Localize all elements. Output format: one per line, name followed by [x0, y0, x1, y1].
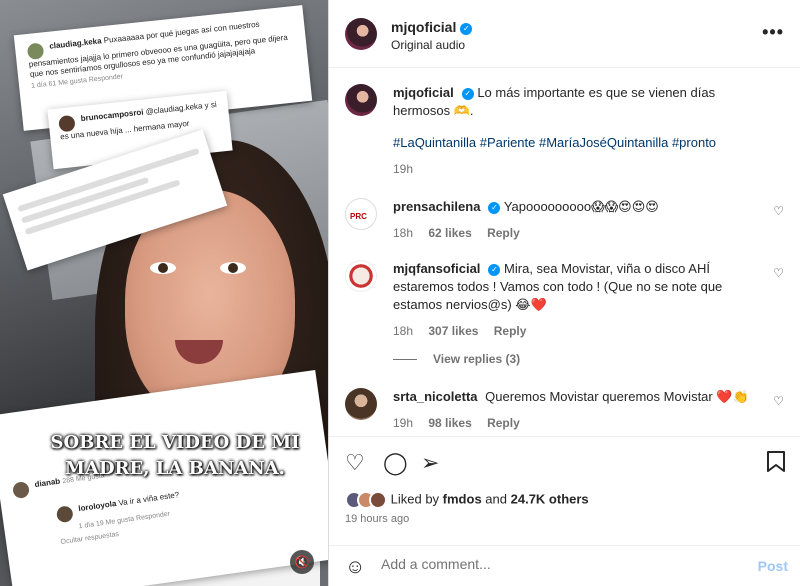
comment-item: srta_nicoletta Queremos Movistar queremo… — [345, 388, 784, 432]
comment-username[interactable]: mjqfansoficial — [393, 261, 480, 276]
comment-username[interactable]: prensachilena — [393, 199, 480, 214]
liked-by-user[interactable]: fmdos — [443, 491, 482, 506]
like-comment-heart-icon[interactable]: ♡ — [773, 202, 784, 220]
comment-time: 19h — [393, 416, 414, 430]
comment-likes[interactable]: 307 likes — [428, 324, 478, 338]
verified-badge-icon: ✓ — [460, 23, 473, 35]
bookmark-svg — [767, 451, 785, 472]
post-time: 19 hours ago — [345, 513, 410, 525]
caption-username[interactable]: mjqoficial — [393, 85, 454, 100]
view-replies-label[interactable]: View replies (3) — [433, 352, 520, 366]
liker-avatar — [369, 491, 387, 509]
comments-list: mjqoficial ✓ Lo más importante es que se … — [329, 68, 800, 436]
emoji-smiley-icon[interactable]: ☺ — [345, 556, 365, 579]
video-overlay-title: SOBRE EL VIDEO DE MI MADRE, LA BANANA. — [50, 432, 300, 480]
replies-divider-line — [393, 359, 417, 361]
card-reply-user: brunocamposroi — [80, 107, 144, 124]
comment-likes[interactable]: 98 likes — [428, 416, 471, 430]
liked-by-prefix: Liked by — [390, 491, 440, 507]
video-player[interactable]: claudiag.keka Puxaaaaaa por qué juegas a… — [0, 0, 328, 586]
add-comment-row: ☺ Post — [329, 545, 800, 586]
liked-by-and: and — [485, 491, 507, 507]
card-bottom-text2: Va ir a viña este? — [117, 490, 180, 508]
like-comment-heart-icon[interactable]: ♡ — [773, 264, 784, 282]
reply-button[interactable]: Reply — [487, 416, 520, 430]
left-eye — [150, 262, 176, 274]
comment-time: 18h — [393, 324, 414, 338]
verified-badge-icon: ✓ — [488, 264, 501, 276]
verified-badge-icon: ✓ — [488, 202, 501, 214]
author-avatar[interactable] — [345, 84, 377, 116]
caption-hashtags[interactable]: #LaQuintanilla #Pariente #MaríaJoséQuint… — [393, 134, 762, 152]
comment-likes[interactable]: 62 likes — [428, 226, 471, 240]
speaker-muted-icon[interactable]: 🔇 — [290, 550, 314, 574]
reply-button[interactable]: Reply — [487, 226, 520, 240]
liked-by-row[interactable]: Liked by fmdos and 24.7K others — [345, 491, 589, 509]
blurred-line — [24, 179, 181, 236]
like-heart-icon[interactable]: ♡ — [345, 451, 365, 475]
verified-badge-icon: ✓ — [461, 88, 474, 100]
author-avatar[interactable] — [345, 18, 377, 50]
post-comment-button[interactable]: Post — [758, 558, 788, 574]
view-replies-button[interactable]: View replies (3) — [393, 352, 520, 366]
caption: mjqoficial ✓ Lo más importante es que se … — [345, 84, 784, 178]
author-username-row[interactable]: mjqoficial ✓ — [391, 19, 473, 35]
post-detail-panel: mjqoficial ✓ Original audio ••• mjqoficia… — [328, 0, 800, 586]
commenter-avatar — [11, 481, 31, 500]
comment-bubble-icon[interactable]: ◯ — [383, 451, 408, 475]
more-horizontal-icon[interactable]: ••• — [762, 22, 784, 43]
card-bottom-user2: loroloyola — [77, 498, 117, 514]
comment-time: 18h — [393, 226, 414, 240]
liked-by-others[interactable]: 24.7K others — [511, 491, 589, 506]
right-eye — [220, 262, 246, 274]
post-actions: ♡ ◯ ➢ Liked by fmdos and 24.7K others 19… — [329, 436, 800, 586]
comment-text: Yapooooooooo😱😱😍😍😍 — [503, 199, 659, 214]
reply-button[interactable]: Reply — [494, 324, 527, 338]
reply-avatar — [58, 114, 76, 133]
save-bookmark-icon[interactable] — [766, 451, 786, 478]
share-paper-plane-icon[interactable]: ➢ — [421, 451, 439, 475]
like-comment-heart-icon[interactable]: ♡ — [773, 392, 784, 410]
comment-username[interactable]: srta_nicoletta — [393, 389, 478, 404]
card-top-user: claudiag.keka — [48, 36, 103, 51]
commenter-avatar — [26, 42, 45, 61]
add-comment-input[interactable] — [381, 556, 711, 572]
comment-item: prensachilena ✓ Yapooooooooo😱😱😍😍😍 18h 62 … — [345, 198, 784, 242]
reply-avatar — [55, 505, 74, 524]
post-header: mjqoficial ✓ Original audio ••• — [329, 0, 800, 68]
caption-time: 19h — [393, 162, 414, 176]
comment-text: Queremos Movistar queremos Movistar ❤️👏 — [485, 389, 749, 404]
author-username[interactable]: mjqoficial — [391, 19, 456, 35]
audio-label[interactable]: Original audio — [391, 38, 465, 52]
commenter-avatar[interactable] — [345, 388, 377, 420]
comment-item: mjqfansoficial ✓ Mira, sea Movistar, viña… — [345, 260, 784, 340]
commenter-avatar[interactable] — [345, 198, 377, 230]
commenter-avatar[interactable] — [345, 260, 377, 292]
